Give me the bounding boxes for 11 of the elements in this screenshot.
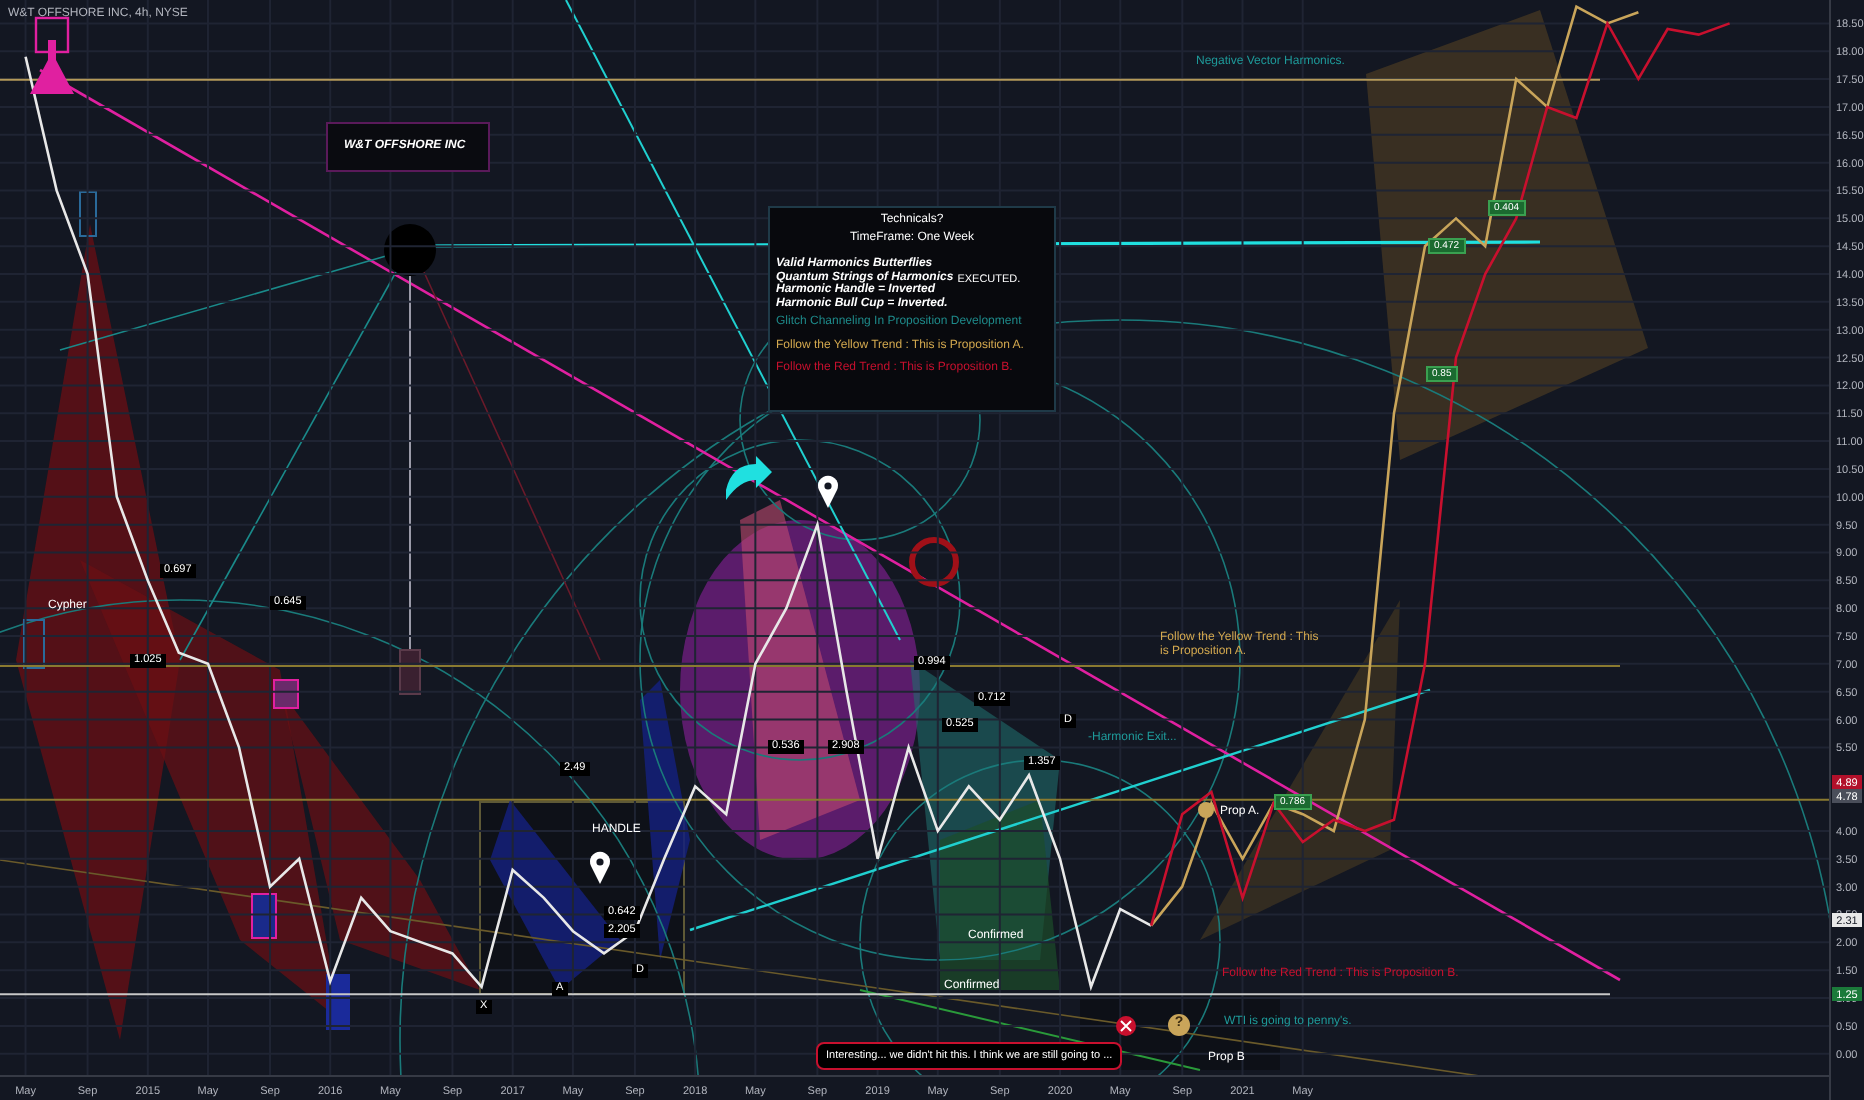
price-box xyxy=(79,191,97,237)
location-pin-icon xyxy=(818,475,838,508)
marker-dot xyxy=(1198,802,1214,818)
ring-marker xyxy=(909,537,959,587)
price-box xyxy=(273,679,299,709)
flask-icon xyxy=(30,16,74,94)
close-circle-icon xyxy=(1116,1016,1136,1036)
pivot-dot xyxy=(384,224,436,276)
price-box xyxy=(23,619,45,669)
curved-arrow-icon xyxy=(726,456,772,500)
location-pin-icon xyxy=(590,851,610,884)
